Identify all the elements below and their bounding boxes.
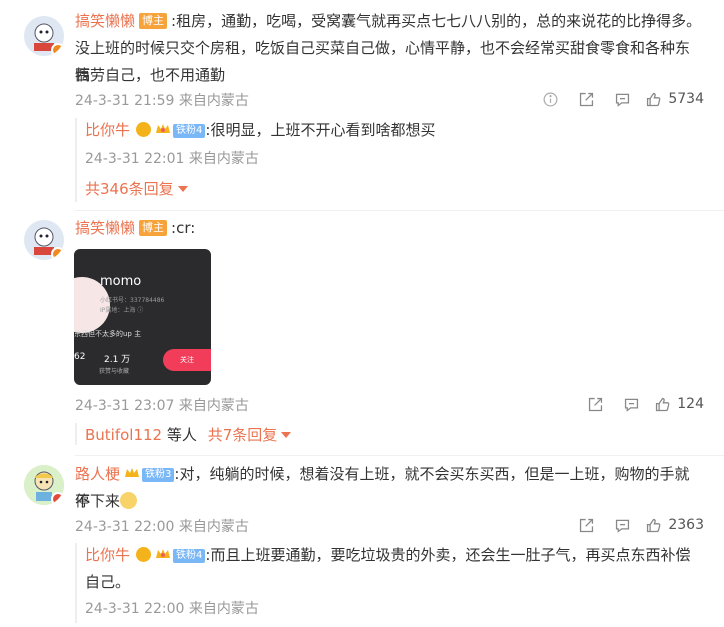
replies-from-user[interactable]: Butifol112	[85, 426, 162, 444]
reply-content-line1: :而且上班要通勤，要吃垃圾贵的外卖，还会生一肚子气，再买点东西补偿	[205, 546, 691, 564]
image-profile-name: momo	[100, 274, 142, 289]
verified-badge-icon	[51, 492, 64, 505]
like-count: 124	[677, 396, 704, 412]
reply-username[interactable]: 比你牛	[85, 546, 130, 564]
image-stat-2: 2.1 万	[104, 355, 131, 365]
comment-text-line2-row: 不下来	[75, 488, 704, 515]
more-replies-link[interactable]: 共346条回复	[85, 178, 188, 199]
crown-icon	[155, 119, 171, 135]
comment-icon[interactable]	[604, 89, 640, 109]
comment-text-line3: 犒劳自己，也不用通勤	[75, 66, 226, 84]
image-stat-1: 62	[74, 352, 86, 362]
comment-text: 搞笑懒懒 博主:cr:	[75, 215, 704, 242]
comment-text-line2: 不下来	[75, 492, 121, 510]
verified-badge-icon	[51, 43, 64, 56]
reply-username[interactable]: 比你牛	[85, 121, 130, 139]
comment-meta: 24-3-31 21:59 来自内蒙古	[75, 93, 249, 109]
comment-meta: 24-3-31 23:07 来自内蒙古	[75, 398, 249, 414]
avatar[interactable]	[24, 16, 64, 56]
share-icon[interactable]	[577, 394, 613, 414]
reply-content-line2: 自己。	[85, 573, 131, 591]
reply-content: :很明显，上班不开心看到啥都想买	[205, 121, 436, 139]
chevron-down-icon	[177, 186, 188, 192]
comment-actions: 124	[577, 394, 704, 414]
image-profile-id: 小红书号：337784486	[100, 297, 165, 304]
more-replies-link[interactable]: Butifol112 等人 共7条回复	[85, 424, 292, 445]
chevron-down-icon	[281, 432, 292, 438]
share-icon[interactable]	[568, 89, 604, 109]
image-follow-button: 关注	[163, 349, 211, 371]
avatar[interactable]	[24, 465, 64, 505]
host-tag: 博主	[139, 13, 168, 29]
host-tag: 博主	[139, 220, 168, 236]
image-profile-bio: 东西但不太多的up 主	[74, 330, 142, 338]
divider	[75, 455, 724, 456]
comment-content: :cr:	[171, 219, 196, 237]
comment-actions: 2363	[568, 515, 704, 535]
crown-icon	[124, 463, 140, 479]
thumbs-up-icon[interactable]	[649, 394, 675, 414]
thumbs-up-icon[interactable]	[640, 515, 666, 535]
like-count: 5734	[668, 91, 704, 107]
comment-icon[interactable]	[613, 394, 649, 414]
crown-icon	[155, 544, 171, 560]
dog-face-emoji-icon	[120, 492, 138, 509]
username[interactable]: 搞笑懒懒	[75, 12, 135, 30]
thumbs-up-icon[interactable]	[640, 89, 666, 109]
replies-from-suffix: 等人	[166, 426, 197, 444]
comment-icon[interactable]	[604, 515, 640, 535]
image-stat-2-label: 获赞与收藏	[99, 368, 130, 375]
fan-tag: 铁粉3	[142, 468, 175, 482]
like-count: 2363	[668, 517, 704, 533]
comment-image[interactable]: momo 小红书号：337784486 IP属地：上海 ⓘ 东西但不太多的up …	[74, 249, 211, 385]
comment-text-line1: :租房，通勤，吃喝，受窝囊气就再买点七七八八别的，总的来说花的比挣得多。	[171, 12, 702, 30]
info-icon[interactable]	[532, 89, 568, 109]
avatar[interactable]	[24, 220, 64, 260]
reply-meta: 24-3-31 22:00 来自内蒙古	[85, 601, 259, 617]
fan-tag: 铁粉4	[173, 124, 206, 138]
reply-text: 比你牛 铁粉4:而且上班要通勤，要吃垃圾贵的外卖，还会生一肚子气，再买点东西补偿	[85, 542, 704, 569]
image-profile-ip: IP属地：上海 ⓘ	[100, 307, 144, 314]
comment-text: 搞笑懒懒 博主:租房，通勤，吃喝，受窝囊气就再买点七七八八别的，总的来说花的比挣得…	[75, 8, 704, 35]
comment-meta: 24-3-31 22:00 来自内蒙古	[75, 519, 249, 535]
fan-tag: 铁粉4	[173, 549, 206, 563]
username[interactable]: 搞笑懒懒	[75, 219, 135, 237]
more-replies-label: 共7条回复	[207, 426, 278, 444]
vip-badge-icon	[136, 122, 152, 137]
divider	[75, 210, 724, 211]
more-replies-label: 共346条回复	[85, 180, 174, 198]
username[interactable]: 路人梗	[75, 465, 120, 483]
share-icon[interactable]	[568, 515, 604, 535]
verified-badge-icon	[51, 247, 64, 260]
reply-text: 比你牛 铁粉4:很明显，上班不开心看到啥都想买	[85, 117, 704, 144]
vip-badge-icon	[136, 547, 152, 562]
comment-actions: 5734	[532, 89, 704, 109]
reply-meta: 24-3-31 22:01 来自内蒙古	[85, 151, 259, 167]
